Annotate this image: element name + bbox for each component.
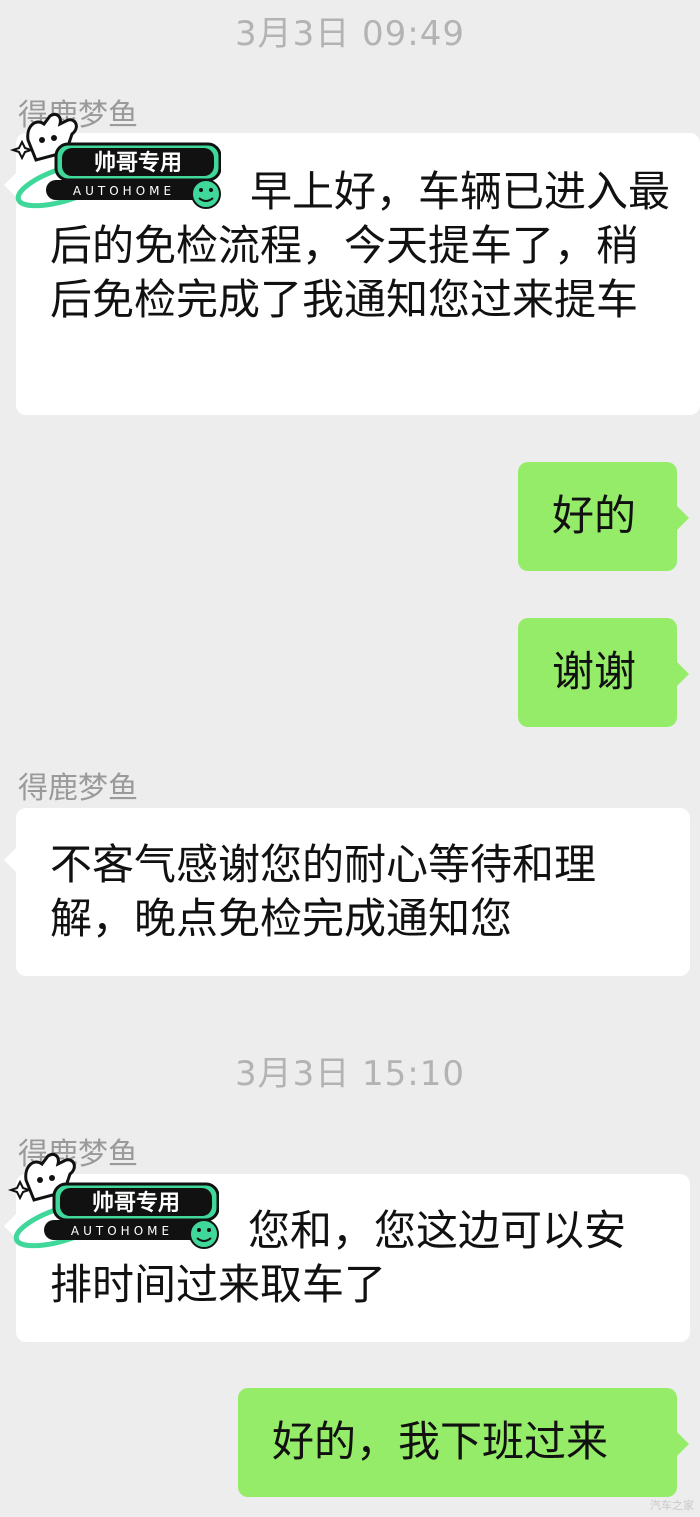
message-bubble-outgoing[interactable]: 好的，我下班过来	[238, 1388, 689, 1497]
sticker-title: 帅哥专用	[92, 1190, 180, 1216]
sticker-subtitle: AUTOHOME	[71, 1224, 173, 1238]
watermark: 汽车之家	[650, 1499, 694, 1512]
timestamp: 3月3日 09:49	[234, 14, 466, 54]
message-text: 谢谢	[552, 647, 637, 696]
message-text: 好的	[552, 491, 637, 540]
sticker-title: 帅哥专用	[94, 150, 182, 176]
sticker-subtitle: AUTOHOME	[73, 184, 175, 198]
message-bubble-outgoing[interactable]: 谢谢	[518, 618, 689, 727]
autohome-sticker: 帅哥专用 AUTOHOME	[9, 112, 221, 209]
autohome-sticker: 帅哥专用 AUTOHOME	[7, 1152, 219, 1249]
message-bubble-incoming[interactable]: 不客气感谢您的耐心等待和理解，晚点免检完成通知您	[4, 808, 690, 976]
message-text: 好的，我下班过来	[272, 1417, 609, 1466]
message-bubble-outgoing[interactable]: 好的	[518, 462, 689, 571]
message-text: 不客气感谢您的耐心等待和理解，晚点免检完成通知您	[50, 840, 597, 943]
sender-name: 得鹿梦鱼	[18, 771, 138, 806]
timestamp: 3月3日 15:10	[234, 1054, 466, 1094]
smiley-icon	[189, 1219, 219, 1249]
smiley-icon	[191, 179, 221, 209]
